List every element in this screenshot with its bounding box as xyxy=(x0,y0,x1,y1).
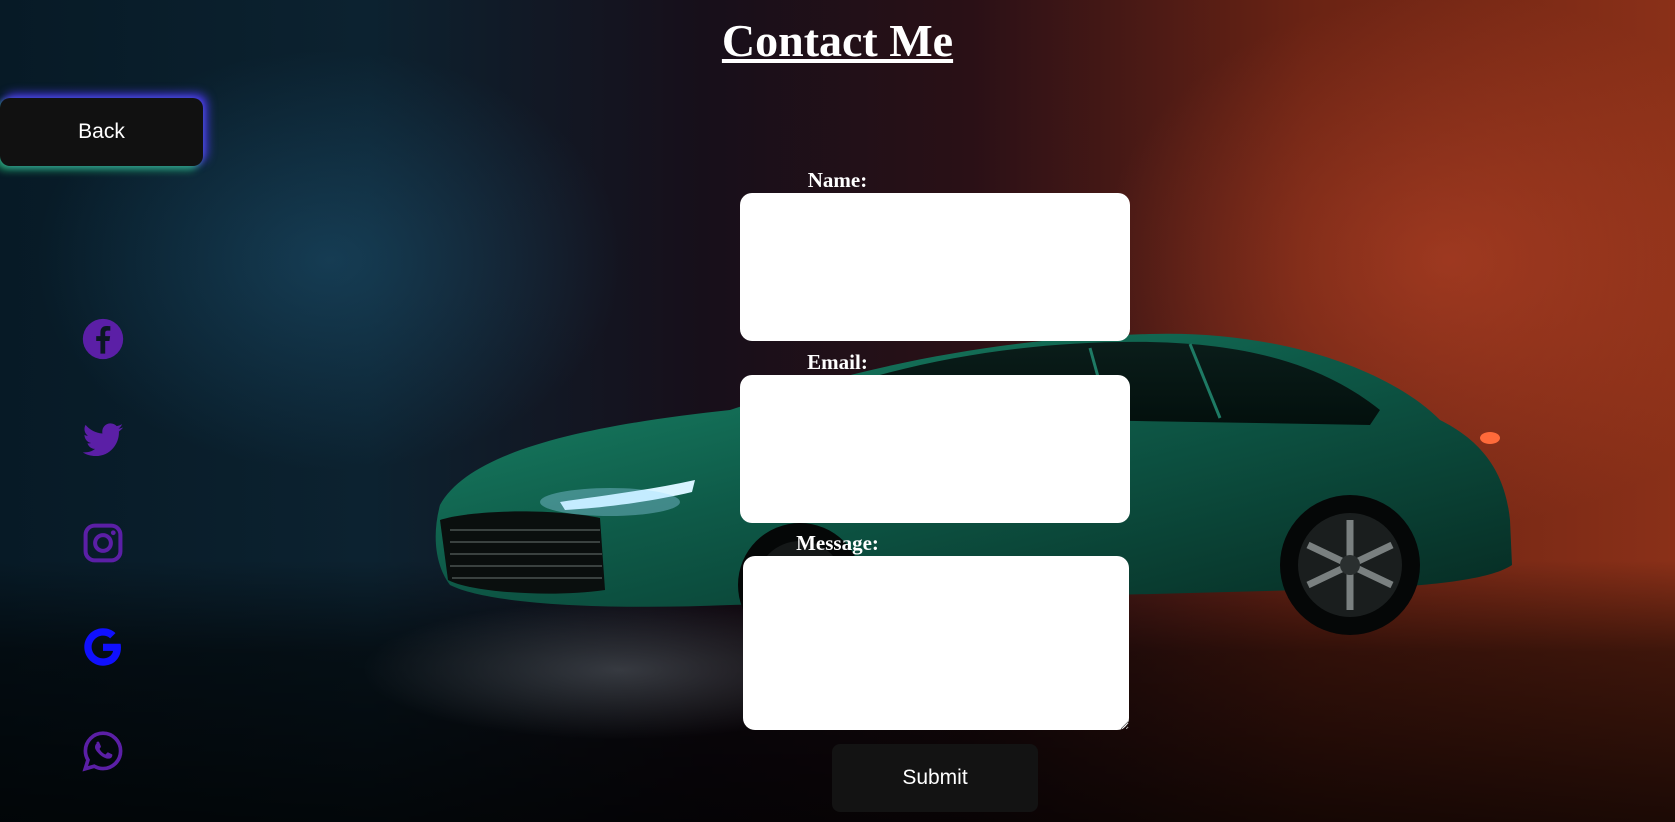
message-label: Message: xyxy=(796,531,879,555)
submit-button[interactable]: Submit xyxy=(832,744,1038,812)
page-title: Contact Me xyxy=(721,15,954,66)
whatsapp-link[interactable] xyxy=(80,728,126,774)
email-label: Email: xyxy=(807,350,868,374)
email-field[interactable] xyxy=(740,375,1130,523)
twitter-link[interactable] xyxy=(80,418,126,464)
message-field[interactable] xyxy=(743,556,1129,730)
google-icon xyxy=(84,628,121,666)
google-link[interactable] xyxy=(80,624,126,670)
whatsapp-icon xyxy=(82,731,123,772)
twitter-icon xyxy=(82,423,124,457)
name-field[interactable] xyxy=(740,193,1130,341)
back-button[interactable]: Back xyxy=(0,98,203,166)
name-label: Name: xyxy=(807,168,868,192)
